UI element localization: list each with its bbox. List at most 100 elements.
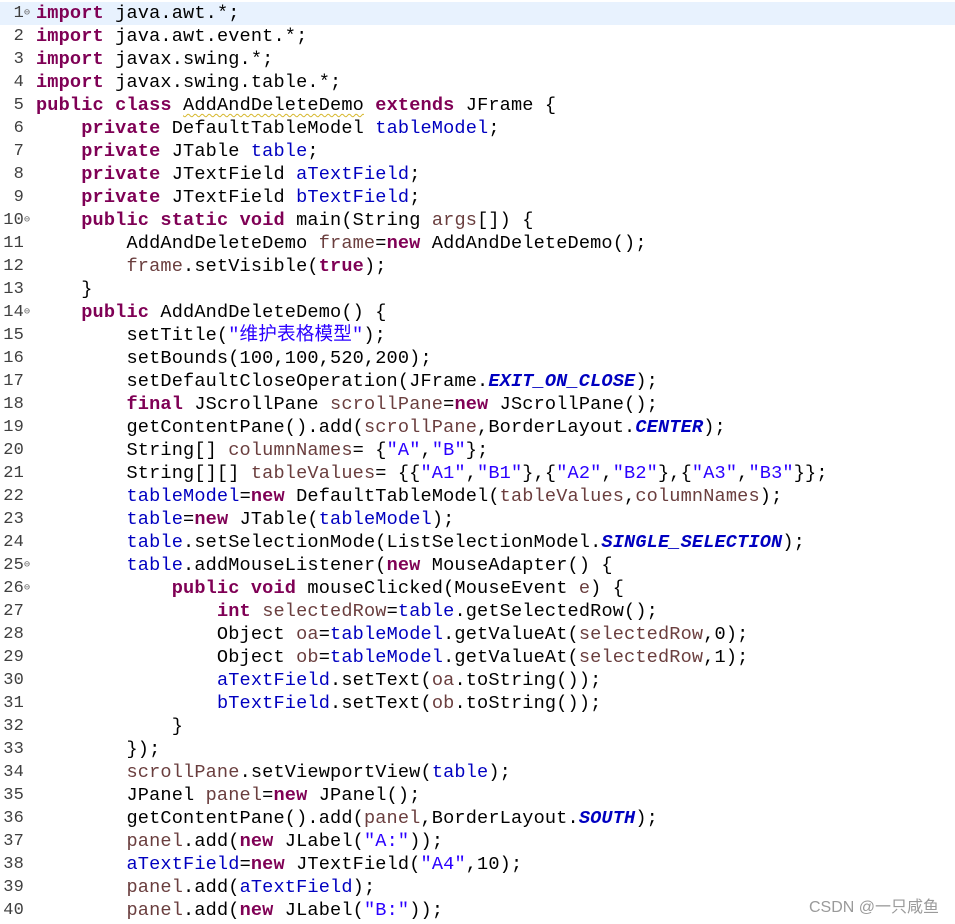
line-number: 35 <box>3 786 24 805</box>
code-token: .add( <box>183 831 240 852</box>
keyword-token: class <box>115 95 172 116</box>
code-line-7[interactable]: 7 private JTable table; <box>0 140 955 163</box>
code-token: String[][] <box>36 463 251 484</box>
field-token: table <box>126 509 184 530</box>
code-line-29[interactable]: 29 Object ob=tableModel.getValueAt(selec… <box>0 646 955 669</box>
code-token: DefaultTableModel <box>160 118 376 139</box>
code-line-20[interactable]: 20 String[] columnNames= {"A","B"}; <box>0 439 955 462</box>
code-token: AddAndDeleteDemo() { <box>149 302 387 323</box>
code-line-30[interactable]: 30 aTextField.setText(oa.toString()); <box>0 669 955 692</box>
keyword-token: static <box>160 210 229 231</box>
code-line-6[interactable]: 6 private DefaultTableModel tableModel; <box>0 117 955 140</box>
code-token: Object <box>36 647 297 668</box>
code-token: JTable <box>160 141 251 162</box>
constant-token: CENTER <box>635 417 704 438</box>
variable-token: panel <box>126 831 184 852</box>
code-line-8[interactable]: 8 private JTextField aTextField; <box>0 163 955 186</box>
code-token: .getValueAt( <box>443 647 579 668</box>
code-line-31[interactable]: 31 bTextField.setText(ob.toString()); <box>0 692 955 715</box>
code-token: AddAndDeleteDemo(); <box>420 233 647 254</box>
field-token: bTextField <box>296 187 410 208</box>
code-line-21[interactable]: 21 String[][] tableValues= {{"A1","B1"},… <box>0 462 955 485</box>
fold-collapse-icon[interactable]: ⊖ <box>24 301 34 324</box>
code-line-11[interactable]: 11 AddAndDeleteDemo frame=new AddAndDele… <box>0 232 955 255</box>
code-token: ); <box>363 325 386 346</box>
code-line-9[interactable]: 9 private JTextField bTextField; <box>0 186 955 209</box>
code-line-3[interactable]: 3 import javax.swing.*; <box>0 48 955 71</box>
code-line-13[interactable]: 13 } <box>0 278 955 301</box>
line-number: 21 <box>3 464 24 483</box>
variable-token: oa <box>296 624 319 645</box>
line-number: 32 <box>3 717 24 736</box>
code-line-10[interactable]: 10 ⊖ public static void main(String args[… <box>0 209 955 232</box>
code-line-22[interactable]: 22 tableModel=new DefaultTableModel(tabl… <box>0 485 955 508</box>
code-line-36[interactable]: 36 getContentPane().add(panel,BorderLayo… <box>0 807 955 830</box>
code-line-14[interactable]: 14 ⊖ public AddAndDeleteDemo() { <box>0 301 955 324</box>
variable-token: scrollPane <box>330 394 444 415</box>
code-token: JScrollPane(); <box>488 394 658 415</box>
code-text: setDefaultCloseOperation(JFrame.EXIT_ON_… <box>36 370 658 393</box>
keyword-token: import <box>36 26 104 47</box>
code-line-5[interactable]: 5 public class AddAndDeleteDemo extends J… <box>0 94 955 117</box>
field-token: aTextField <box>296 164 410 185</box>
variable-token: tableValues <box>250 463 376 484</box>
code-token: = { <box>352 440 387 461</box>
code-line-12[interactable]: 12 frame.setVisible(true); <box>0 255 955 278</box>
code-line-33[interactable]: 33 }); <box>0 738 955 761</box>
string-token: "A4" <box>420 854 466 875</box>
fold-collapse-icon[interactable]: ⊖ <box>24 209 34 232</box>
keyword-token: void <box>250 578 297 599</box>
code-line-24[interactable]: 24 table.setSelectionMode(ListSelectionM… <box>0 531 955 554</box>
code-token: ); <box>703 417 726 438</box>
code-line-23[interactable]: 23 table=new JTable(tableModel); <box>0 508 955 531</box>
code-line-19[interactable]: 19 getContentPane().add(scrollPane,Borde… <box>0 416 955 439</box>
line-number: 29 <box>3 648 24 667</box>
code-line-28[interactable]: 28 Object oa=tableModel.getValueAt(selec… <box>0 623 955 646</box>
code-line-32[interactable]: 32 } <box>0 715 955 738</box>
code-token: ); <box>431 509 455 530</box>
line-number: 11 <box>3 234 24 253</box>
code-token: javax.swing.table.*; <box>103 72 342 93</box>
constant-token: SOUTH <box>578 808 636 829</box>
code-line-34[interactable]: 34 scrollPane.setViewportView(table); <box>0 761 955 784</box>
keyword-token: public <box>81 210 150 231</box>
code-line-16[interactable]: 16 setBounds(100,100,520,200); <box>0 347 955 370</box>
code-token: []) { <box>477 210 534 231</box>
code-line-26[interactable]: 26 ⊖ public void mouseClicked(MouseEvent … <box>0 577 955 600</box>
code-token: .add( <box>183 900 240 921</box>
code-token: }); <box>36 739 161 760</box>
code-line-18[interactable]: 18 final JScrollPane scrollPane=new JScr… <box>0 393 955 416</box>
code-token: ); <box>759 486 783 507</box>
fold-collapse-icon[interactable]: ⊖ <box>24 2 34 25</box>
code-line-38[interactable]: 38 aTextField=new JTextField("A4",10); <box>0 853 955 876</box>
code-token: java.awt.event.*; <box>103 26 308 47</box>
variable-token: selectedRow <box>578 624 704 645</box>
code-editor[interactable]: 1 ⊖ import java.awt.*; 2 import java.awt.eve… <box>0 0 955 924</box>
code-token: )); <box>409 831 444 852</box>
fold-collapse-icon[interactable]: ⊖ <box>24 577 34 600</box>
code-line-17[interactable]: 17 setDefaultCloseOperation(JFrame.EXIT_… <box>0 370 955 393</box>
code-line-37[interactable]: 37 panel.add(new JLabel("A:")); <box>0 830 955 853</box>
code-line-25[interactable]: 25 ⊖ table.addMouseListener(new MouseAdap… <box>0 554 955 577</box>
code-line-35[interactable]: 35 JPanel panel=new JPanel(); <box>0 784 955 807</box>
code-token: .getValueAt( <box>443 624 579 645</box>
code-token: setTitle( <box>36 325 229 346</box>
keyword-token: new <box>194 509 229 530</box>
code-text: public AddAndDeleteDemo() { <box>36 301 387 324</box>
fold-collapse-icon[interactable]: ⊖ <box>24 554 34 577</box>
code-line-2[interactable]: 2 import java.awt.event.*; <box>0 25 955 48</box>
code-token: JTextField <box>160 164 297 185</box>
code-line-27[interactable]: 27 int selectedRow=table.getSelectedRow(… <box>0 600 955 623</box>
code-line-4[interactable]: 4 import javax.swing.table.*; <box>0 71 955 94</box>
code-line-1[interactable]: 1 ⊖ import java.awt.*; <box>0 2 955 25</box>
code-text: }); <box>36 738 160 761</box>
variable-token: e <box>578 578 591 599</box>
code-line-15[interactable]: 15 setTitle("维护表格模型"); <box>0 324 955 347</box>
field-token: tableModel <box>126 486 240 507</box>
